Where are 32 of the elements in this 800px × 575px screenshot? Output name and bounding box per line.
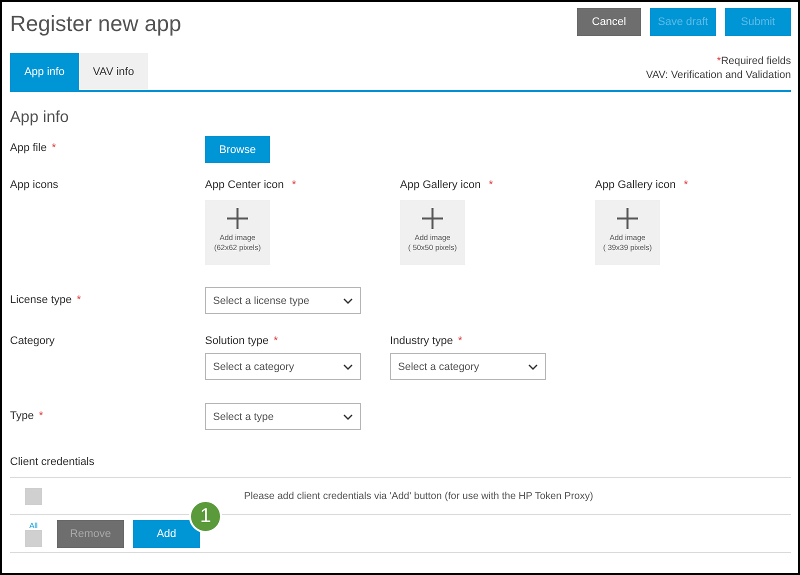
field-label: App Gallery icon *: [400, 179, 494, 191]
field-label: App Center icon *: [205, 179, 298, 191]
chevron-down-icon: [343, 298, 353, 304]
callout-badge: 1: [189, 500, 222, 533]
chevron-down-icon: [343, 414, 353, 420]
select-field[interactable]: Select a license type: [205, 287, 361, 314]
empty-message: Please add client credentials via 'Add' button (for use with the HP Token Proxy): [244, 490, 594, 502]
field-label: Type *: [10, 409, 44, 422]
legend-note: VAV: Verification and Validation: [646, 69, 791, 81]
field-label: Industry type *: [390, 335, 464, 347]
chevron-down-icon: [528, 364, 538, 370]
checkbox[interactable]: [25, 530, 42, 546]
field-label: Category: [10, 335, 56, 347]
cancel-button[interactable]: Cancel: [577, 8, 641, 36]
select-field[interactable]: Select a category: [205, 353, 361, 380]
field-label: App Gallery icon *: [595, 179, 689, 191]
field-label: App file *: [10, 141, 57, 154]
field-label: Client credentials: [10, 456, 96, 468]
checkbox[interactable]: [25, 488, 42, 504]
field-label: Solution type *: [205, 335, 279, 347]
section-title: App info: [10, 109, 70, 127]
field-label: App icons: [10, 179, 60, 191]
chevron-down-icon: [343, 364, 353, 370]
plus-icon: [617, 208, 638, 229]
required-fields-note: *Required fields: [716, 55, 791, 67]
select-field[interactable]: Select a type: [205, 403, 361, 430]
page-title: Register new app: [10, 11, 182, 37]
field-label: License type *: [10, 293, 82, 306]
select-field[interactable]: Select a category: [390, 353, 546, 380]
plus-icon: [227, 208, 248, 229]
plus-icon: [422, 208, 443, 229]
tab[interactable]: VAV info: [79, 53, 148, 90]
